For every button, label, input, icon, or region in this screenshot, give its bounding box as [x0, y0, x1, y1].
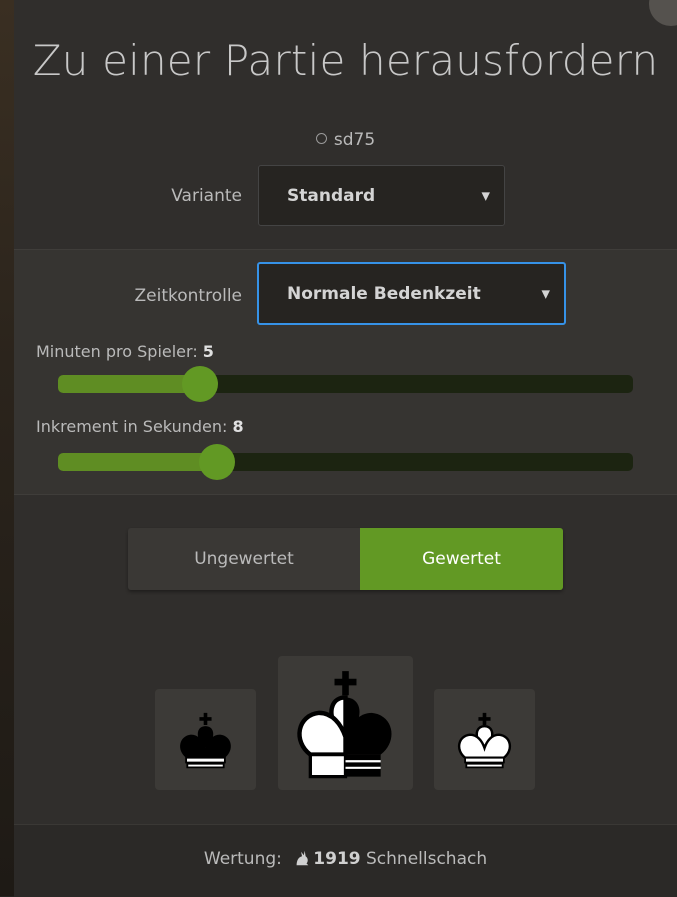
minutes-slider[interactable] [58, 366, 633, 402]
minutes-label: Minuten pro Spieler: 5 [36, 342, 214, 361]
rating-value: 1919 [313, 849, 361, 869]
increment-value: 8 [232, 417, 244, 436]
increment-label: Inkrement in Sekunden: 8 [36, 417, 244, 436]
variant-label: Variante [171, 186, 242, 206]
increment-slider-fill [58, 453, 217, 471]
minutes-slider-fill [58, 375, 201, 393]
casual-button[interactable]: Ungewertet [128, 528, 360, 590]
rated-button[interactable]: Gewertet [360, 528, 563, 590]
play-random-button[interactable] [278, 656, 413, 790]
challenge-modal: Zu einer Partie herausfordern sd75 Varia… [14, 0, 677, 897]
opponent: sd75 [14, 130, 677, 150]
play-black-button[interactable] [155, 689, 256, 790]
time-control-label: Zeitkontrolle [134, 286, 243, 306]
increment-slider-handle[interactable] [198, 444, 235, 480]
rating-prefix: Wertung: [203, 849, 288, 869]
rabbit-icon [296, 850, 309, 866]
half-king-icon [297, 671, 392, 779]
minutes-slider-handle[interactable] [182, 366, 219, 402]
rating-info: Wertung: 1919 Schnellschach [14, 849, 677, 869]
rating-footer: Wertung: 1919 Schnellschach [14, 824, 677, 897]
black-king-icon [180, 712, 231, 769]
time-control-section: Zeitkontrolle Normale Bedenkzeit ▼ Minut… [14, 249, 677, 495]
white-king-icon [457, 712, 512, 769]
increment-slider[interactable] [58, 444, 633, 480]
minutes-label-text: Minuten pro Spieler: [36, 342, 203, 361]
time-control-select[interactable]: Normale Bedenkzeit ▼ [257, 262, 566, 325]
perf-name: Schnellschach [360, 849, 488, 869]
modal-title: Zu einer Partie herausfordern [32, 36, 659, 85]
time-control-value: Normale Bedenkzeit [287, 283, 481, 304]
play-white-button[interactable] [434, 689, 535, 790]
background-board-strip [0, 0, 14, 896]
chevron-down-icon: ▼ [541, 287, 550, 300]
rated-toggle: Ungewertet Gewertet [128, 528, 563, 590]
variant-select[interactable]: Standard ▼ [258, 165, 505, 226]
variant-value: Standard [287, 185, 376, 206]
chevron-down-icon: ▼ [481, 189, 490, 202]
close-button[interactable] [649, 0, 677, 26]
offline-circle-icon [315, 133, 327, 144]
opponent-name: sd75 [333, 130, 376, 150]
increment-label-text: Inkrement in Sekunden: [36, 417, 233, 436]
minutes-value: 5 [202, 342, 214, 361]
